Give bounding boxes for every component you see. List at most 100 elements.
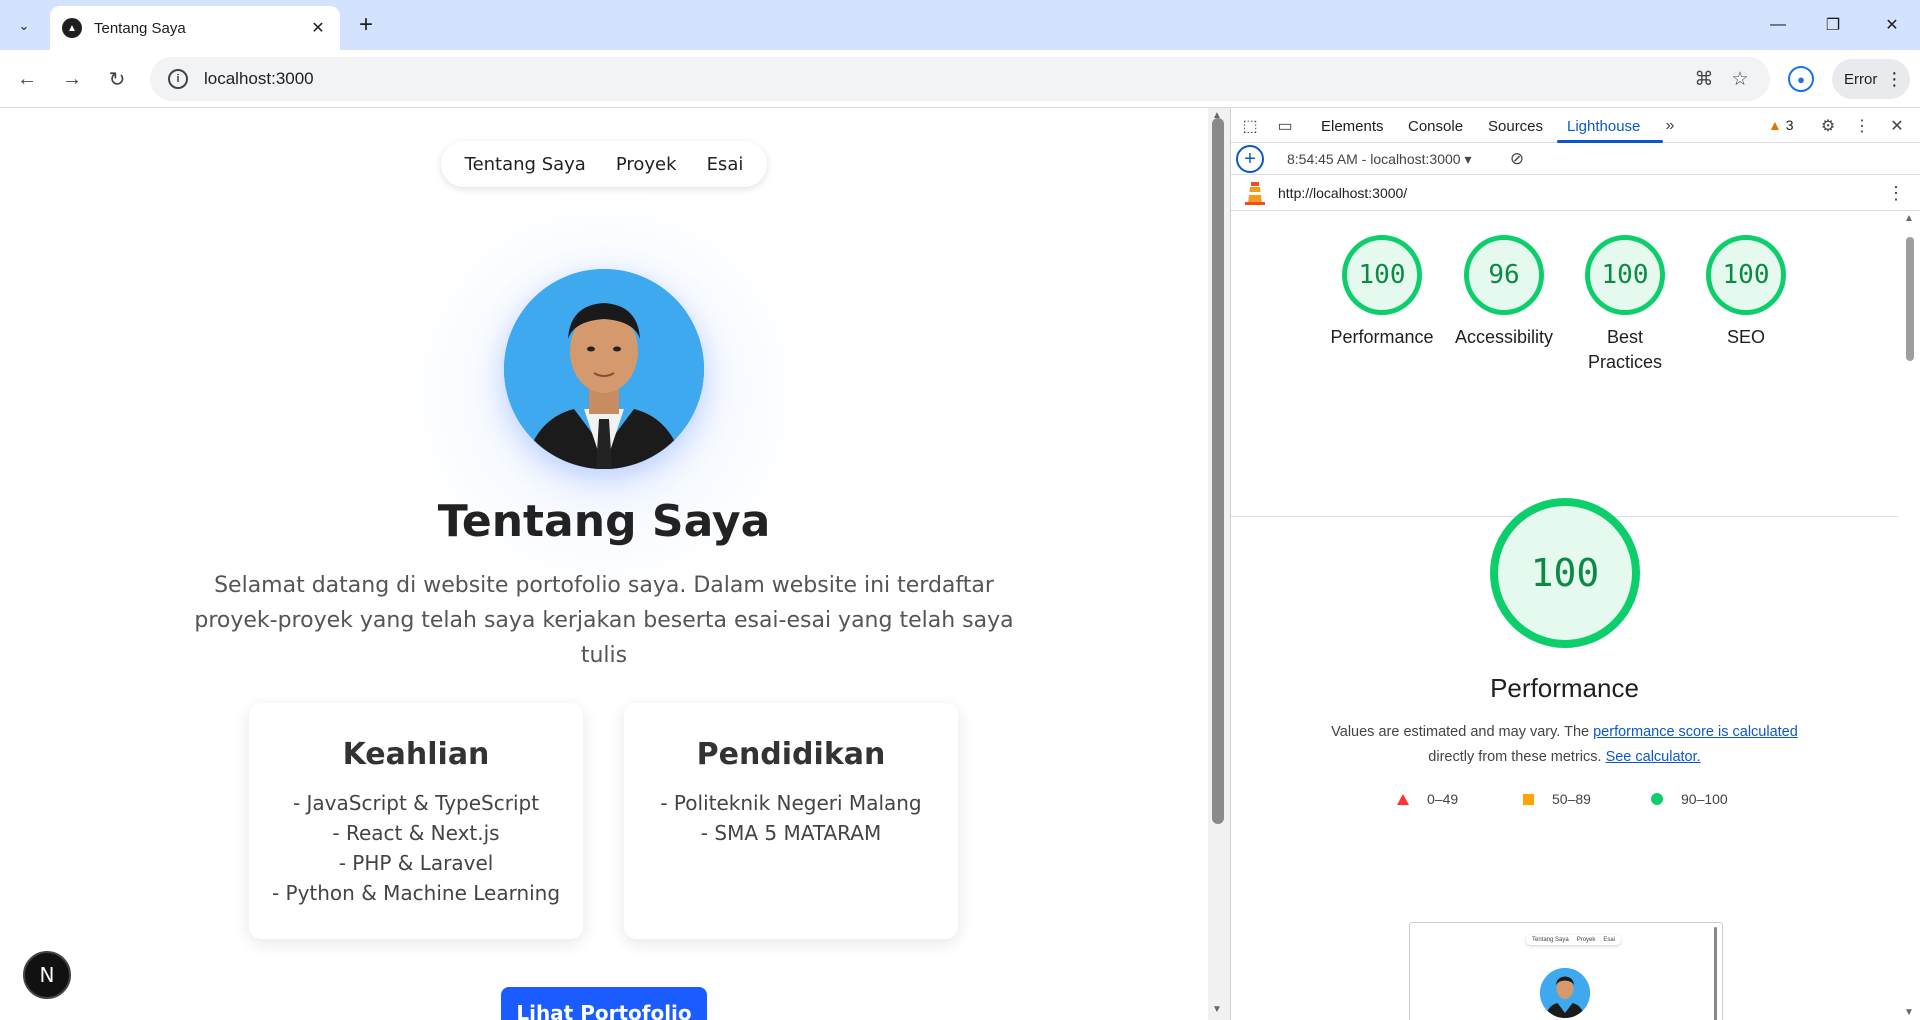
site-info-icon[interactable]: i — [168, 69, 188, 89]
legend-label: 0–49 — [1427, 791, 1459, 807]
skill-item: - Python & Machine Learning — [271, 881, 561, 905]
gauge-best-practices[interactable]: 100 Best Practices — [1565, 235, 1685, 375]
lighthouse-report: 100 Performance 96 Accessibility 100 Bes… — [1231, 211, 1898, 1020]
error-label: Error — [1844, 70, 1878, 88]
thumbnail-scrollbar — [1714, 927, 1717, 1020]
fail-triangle-icon — [1397, 793, 1409, 805]
translate-icon[interactable]: ⌘ — [1686, 68, 1722, 91]
performance-big-gauge: 100 — [1490, 498, 1640, 648]
report-selector[interactable]: 8:54:45 AM - localhost:3000 ▾ — [1287, 151, 1471, 168]
gauge-score: 100 — [1342, 235, 1422, 315]
profile-photo — [504, 269, 704, 469]
skills-list: - JavaScript & TypeScript - React & Next… — [249, 788, 583, 908]
nav-link-tentang-saya[interactable]: Tentang Saya — [465, 154, 586, 175]
report-label: 8:54:45 AM - localhost:3000 — [1287, 151, 1461, 167]
legend-average: 50–89 — [1523, 791, 1591, 807]
score-calculated-link[interactable]: performance score is calculated — [1593, 724, 1798, 740]
forward-icon[interactable]: → — [57, 64, 87, 94]
tab-strip: ⌄ ▲ Tentang Saya ✕ + — ❐ ✕ — [0, 0, 1920, 50]
lighthouse-logo-icon — [1245, 182, 1265, 205]
error-button[interactable]: Error ⋮ — [1832, 59, 1910, 99]
tab-close-icon[interactable]: ✕ — [308, 18, 328, 38]
gauge-label: SEO — [1726, 327, 1765, 347]
new-tab-icon[interactable]: + — [352, 12, 380, 38]
education-item: - Politeknik Negeri Malang — [660, 791, 922, 815]
devtools-menu-icon[interactable]: ⋮ — [1851, 115, 1873, 137]
legend-label: 90–100 — [1681, 791, 1728, 807]
lighthouse-url-bar: http://localhost:3000/ ⋮ — [1231, 175, 1920, 211]
report-menu-icon[interactable]: ⋮ — [1887, 183, 1905, 204]
devtools-tab-bar: ⬚ ▭ Elements Console Sources Lighthouse … — [1231, 108, 1920, 143]
restore-icon[interactable]: ❐ — [1813, 10, 1853, 40]
skill-item: - JavaScript & TypeScript — [292, 791, 540, 815]
gauge-seo[interactable]: 100 SEO — [1686, 235, 1806, 350]
education-item: - SMA 5 MATARAM — [700, 821, 882, 845]
education-list: - Politeknik Negeri Malang - SMA 5 MATAR… — [624, 788, 958, 848]
gauge-label: Best Practices — [1587, 327, 1663, 372]
warnings-counter[interactable]: ▲ 3 — [1768, 117, 1794, 133]
gauge-score: 96 — [1464, 235, 1544, 315]
see-calculator-link[interactable]: See calculator. — [1606, 749, 1701, 765]
tab-search-chevron-icon[interactable]: ⌄ — [10, 12, 38, 40]
intro-text: Selamat datang di website portofolio say… — [194, 573, 1014, 668]
back-icon[interactable]: ← — [12, 64, 42, 94]
page-scrollbar[interactable]: ▲ ▼ — [1208, 108, 1230, 1020]
close-devtools-icon[interactable]: ✕ — [1886, 115, 1908, 137]
settings-gear-icon[interactable]: ⚙ — [1817, 115, 1839, 137]
thumbnail-avatar — [1540, 968, 1590, 1018]
thumbnail-nav-item: Tentang Saya — [1532, 937, 1569, 943]
education-title: Pendidikan — [696, 737, 886, 772]
address-bar[interactable]: i localhost:3000 ⌘ ☆ — [150, 57, 1770, 101]
gauge-accessibility[interactable]: 96 Accessibility — [1444, 235, 1564, 350]
legend-label: 50–89 — [1552, 791, 1591, 807]
devtools-scroll-thumb[interactable] — [1906, 237, 1914, 361]
tab-lighthouse[interactable]: Lighthouse — [1567, 118, 1640, 135]
skill-item: - PHP & Laravel — [338, 851, 494, 875]
tab-console[interactable]: Console — [1408, 118, 1463, 135]
note-middle: directly from these metrics. — [1428, 749, 1606, 765]
page-screenshot-thumbnail[interactable]: Tentang Saya Proyek Esai — [1409, 922, 1723, 1020]
gauge-score: 100 — [1585, 235, 1665, 315]
warning-icon: ▲ — [1768, 117, 1782, 133]
report-url: http://localhost:3000/ — [1278, 185, 1408, 201]
skills-title: Keahlian — [342, 737, 490, 772]
menu-kebab-icon: ⋮ — [1885, 68, 1904, 89]
average-square-icon — [1523, 793, 1534, 805]
page-viewport: Tentang Saya Proyek Esai Tentang Saya Se… — [0, 108, 1208, 1020]
device-toolbar-icon[interactable]: ▭ — [1274, 115, 1296, 137]
gauge-performance[interactable]: 100 Performance — [1322, 235, 1442, 350]
tab-elements[interactable]: Elements — [1321, 118, 1384, 135]
clear-reports-icon[interactable]: ⊘ — [1507, 149, 1527, 169]
warning-count: 3 — [1785, 117, 1794, 133]
site-nav: Tentang Saya Proyek Esai — [441, 141, 767, 187]
reload-icon[interactable]: ↻ — [102, 64, 132, 94]
view-portfolio-button[interactable]: Lihat Portofolio — [501, 987, 707, 1020]
browser-toolbar: ← → ↻ i localhost:3000 ⌘ ☆ ● Error ⋮ — [0, 50, 1920, 108]
scroll-down-arrow-icon[interactable]: ▼ — [1904, 1007, 1914, 1018]
scroll-up-arrow-icon[interactable]: ▲ — [1904, 213, 1914, 224]
gauge-score: 100 — [1706, 235, 1786, 315]
nav-link-esai[interactable]: Esai — [707, 154, 744, 175]
tab-sources[interactable]: Sources — [1488, 118, 1543, 135]
nav-link-proyek[interactable]: Proyek — [616, 154, 677, 175]
page-scroll-thumb[interactable] — [1212, 118, 1224, 824]
skills-card: Keahlian - JavaScript & TypeScript - Rea… — [249, 703, 583, 939]
legend-fail: 0–49 — [1397, 791, 1458, 807]
minimize-icon[interactable]: — — [1758, 10, 1798, 40]
nextjs-dev-badge[interactable]: N — [23, 951, 71, 999]
address-url[interactable]: localhost:3000 — [204, 69, 1686, 89]
education-card: Pendidikan - Politeknik Negeri Malang - … — [624, 703, 958, 939]
devtools-scrollbar[interactable]: ▲ ▼ — [1898, 211, 1920, 1020]
profile-icon[interactable]: ● — [1788, 66, 1814, 92]
scroll-down-arrow-icon[interactable]: ▼ — [1212, 1004, 1222, 1015]
bookmark-star-icon[interactable]: ☆ — [1722, 68, 1758, 91]
inspect-element-icon[interactable]: ⬚ — [1239, 115, 1261, 137]
close-window-icon[interactable]: ✕ — [1872, 10, 1912, 40]
skill-item: - React & Next.js — [332, 821, 500, 845]
browser-tab[interactable]: ▲ Tentang Saya ✕ — [50, 6, 340, 50]
new-report-plus-icon[interactable]: + — [1236, 145, 1264, 173]
thumbnail-nav-item: Proyek — [1576, 937, 1596, 943]
more-tabs-chevron-icon[interactable]: » — [1659, 115, 1681, 137]
thumbnail-nav-item: Esai — [1603, 937, 1616, 943]
score-note: Values are estimated and may vary. The p… — [1281, 720, 1848, 770]
